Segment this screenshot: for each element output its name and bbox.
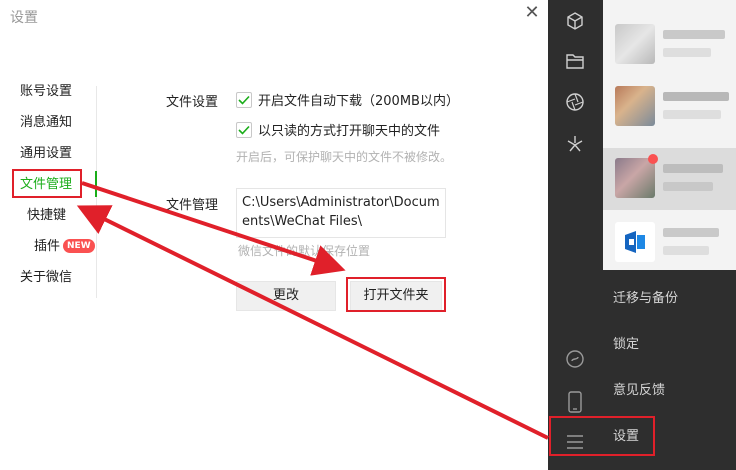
chat-list-item[interactable] [603, 148, 736, 210]
chat-list-item[interactable] [603, 76, 736, 138]
file-management-label: 文件管理 [166, 198, 219, 213]
wechat-main-panel: 迁移与备份 锁定 意见反馈 设置 [548, 0, 736, 470]
save-path-hint: 微信文件的默认保存位置 [238, 244, 371, 258]
folder-icon[interactable] [563, 49, 587, 73]
aperture-icon[interactable] [563, 90, 587, 114]
chat-list-item[interactable] [603, 14, 736, 76]
new-badge: NEW [63, 239, 95, 253]
blurred-text [663, 92, 729, 101]
close-icon: ✕ [524, 2, 540, 23]
highlight-box-open-folder [346, 277, 446, 312]
cube-icon[interactable] [563, 9, 587, 33]
avatar [615, 158, 655, 198]
menu-item-feedback[interactable]: 意见反馈 [613, 379, 665, 398]
checkmark-icon [238, 125, 250, 135]
nav-item-account[interactable]: 账号设置 [20, 83, 72, 101]
sparkle-icon[interactable] [563, 132, 587, 156]
read-only-checkbox[interactable] [236, 121, 252, 138]
blurred-text [663, 30, 725, 39]
nav-item-notifications[interactable]: 消息通知 [20, 114, 72, 132]
nav-item-plugins-label: 插件 [34, 239, 61, 254]
highlight-box-settings [549, 416, 655, 456]
read-only-hint: 开启后，可保护聊天中的文件不被修改。 [236, 150, 453, 164]
nav-item-about[interactable]: 关于微信 [20, 269, 72, 287]
blurred-text [663, 182, 713, 191]
nav-item-plugins[interactable]: 插件 NEW [34, 238, 95, 256]
window-title: 设置 [10, 10, 38, 26]
blurred-text [663, 48, 711, 57]
menu-item-backup[interactable]: 迁移与备份 [613, 287, 678, 306]
change-path-button[interactable]: 更改 [236, 281, 336, 311]
auto-download-option[interactable]: 开启文件自动下载（200MB以内） [236, 90, 459, 109]
nav-active-indicator [95, 171, 97, 197]
close-button[interactable]: ✕ [520, 1, 544, 25]
avatar [615, 86, 655, 126]
read-only-label: 以只读的方式打开聊天中的文件 [258, 124, 441, 139]
settings-window: 设置 ✕ 账号设置 消息通知 通用设置 文件管理 快捷键 插件 NEW 关于微信 … [0, 0, 548, 470]
nav-item-shortcuts[interactable]: 快捷键 [27, 207, 66, 225]
phone-icon[interactable] [563, 390, 587, 414]
save-path-field[interactable]: C:\Users\Administrator\Documents\WeChat … [236, 188, 446, 238]
avatar [615, 24, 655, 64]
blurred-text [663, 110, 721, 119]
blurred-text [663, 246, 709, 255]
auto-download-checkbox[interactable] [236, 91, 252, 108]
menu-item-lock[interactable]: 锁定 [613, 333, 639, 352]
mini-program-icon[interactable] [563, 347, 587, 371]
read-only-option[interactable]: 以只读的方式打开聊天中的文件 [236, 120, 440, 139]
chat-list-item[interactable] [603, 212, 736, 274]
avatar [615, 222, 655, 262]
checkmark-icon [238, 95, 250, 105]
blurred-text [663, 164, 723, 173]
chat-list [603, 0, 736, 270]
unread-dot [648, 154, 658, 164]
highlight-box-file-management [12, 169, 82, 198]
nav-item-general[interactable]: 通用设置 [20, 145, 72, 163]
app-logo-icon [625, 231, 645, 253]
blurred-text [663, 228, 719, 237]
auto-download-label: 开启文件自动下载（200MB以内） [258, 94, 459, 109]
file-settings-label: 文件设置 [166, 95, 219, 110]
